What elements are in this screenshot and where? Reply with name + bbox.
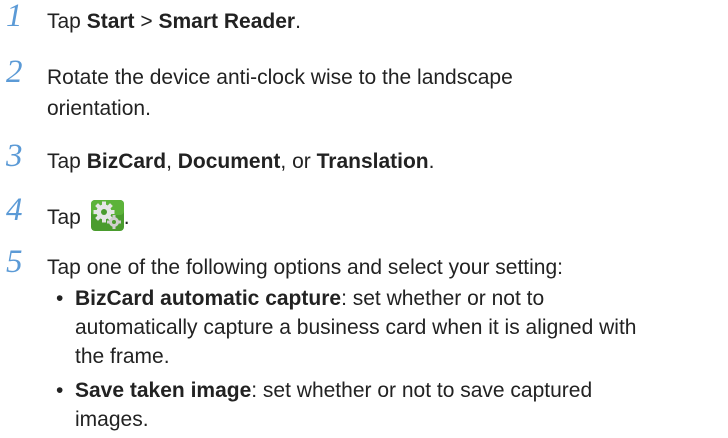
step-text: Tap .	[47, 200, 727, 233]
step-number: 3	[6, 138, 23, 174]
option-term: Save taken image	[75, 379, 252, 402]
bullet-icon: •	[56, 379, 64, 402]
mode-translation: Translation	[316, 150, 429, 173]
menu-start: Start	[86, 10, 135, 33]
mode-document: Document	[177, 150, 281, 173]
step-number: 4	[6, 192, 23, 228]
step-text: Rotate the device anti-clock wise to the…	[47, 66, 513, 120]
option-term: BizCard automatic capture	[75, 287, 342, 310]
settings-gear-icon	[90, 200, 124, 231]
menu-smart-reader: Smart Reader	[158, 10, 296, 33]
step-text: Tap one of the following options and sel…	[47, 256, 563, 279]
step-text: Tap Start > Smart Reader.	[47, 10, 301, 33]
step-text: Tap BizCard, Document, or Translation.	[47, 150, 435, 173]
mode-bizcard: BizCard	[86, 150, 167, 173]
bullet-icon: •	[56, 287, 64, 310]
step-number: 2	[6, 54, 23, 90]
step-number: 5	[6, 244, 23, 280]
step-number: 1	[6, 0, 23, 34]
